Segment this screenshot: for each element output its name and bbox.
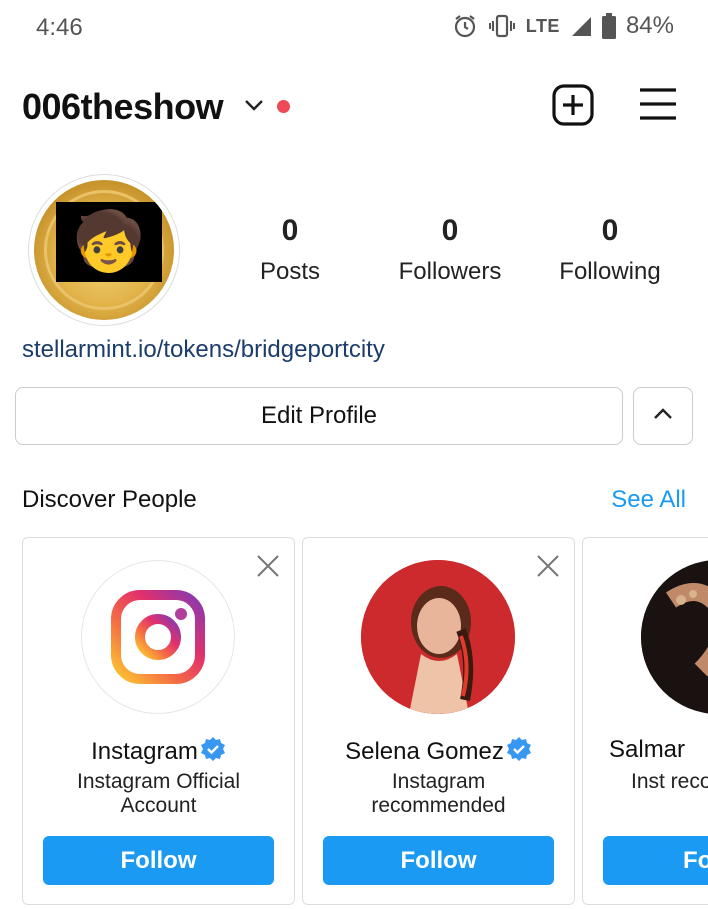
close-icon[interactable] (256, 554, 280, 578)
following-count: 0 (601, 214, 619, 247)
stat-following[interactable]: 0 Following (530, 214, 690, 286)
instagram-logo-icon[interactable] (81, 560, 235, 714)
profile-header: 006theshow (0, 72, 708, 138)
suggestion-card[interactable]: Instagram Instagram Official Account Fol… (22, 537, 295, 905)
bio-link[interactable]: stellarmint.io/tokens/bridgeportcity (22, 336, 385, 364)
card-name: Selena Gomez (345, 738, 504, 765)
notification-dot (277, 100, 290, 113)
close-icon[interactable] (536, 554, 560, 578)
profile-avatar[interactable]: 🧒 (28, 174, 180, 326)
see-all-link[interactable]: See All (611, 486, 686, 514)
card-name-row: Salmar (583, 736, 708, 764)
discover-people-title: Discover People (22, 486, 197, 513)
chevron-down-icon[interactable] (244, 98, 264, 117)
status-bar: 4:46 LTE 84% (0, 0, 708, 56)
stat-posts[interactable]: 0 Posts (210, 214, 370, 286)
boy-emoji-icon: 🧒 (56, 202, 162, 282)
alarm-icon (452, 13, 478, 39)
new-post-icon[interactable] (552, 84, 594, 126)
stat-followers[interactable]: 0 Followers (370, 214, 530, 286)
suggestion-card[interactable]: Selena Gomez Instagram recommended Follo… (302, 537, 575, 905)
card-name-row: Selena Gomez (303, 736, 574, 769)
card-name: Instagram (91, 738, 198, 765)
posts-label: Posts (259, 258, 321, 285)
follow-button[interactable]: Fo (603, 836, 708, 885)
selena-gomez-avatar[interactable] (361, 560, 515, 714)
chevron-up-icon (653, 407, 673, 426)
posts-count: 0 (281, 214, 299, 247)
salman-avatar[interactable] (641, 560, 708, 714)
follow-button[interactable]: Follow (323, 836, 554, 885)
card-name-row: Instagram (23, 736, 294, 769)
username[interactable]: 006theshow (22, 86, 224, 128)
battery-percent: 84% (625, 12, 674, 39)
card-subtitle: Instagram Official Account (76, 770, 240, 817)
avatar-coin-image: 🧒 (34, 180, 174, 320)
card-subtitle: Inst recom (631, 770, 708, 793)
edit-profile-button[interactable]: Edit Profile (15, 387, 623, 445)
followers-count: 0 (441, 214, 459, 247)
status-icons: LTE 84% (452, 12, 674, 40)
vibrate-icon (488, 13, 516, 39)
verified-badge-icon (200, 736, 226, 769)
follow-button[interactable]: Follow (43, 836, 274, 885)
card-subtitle: Instagram recommended (371, 770, 506, 817)
battery-icon (601, 13, 616, 39)
following-label: Following (559, 258, 661, 285)
verified-badge-icon (506, 736, 532, 769)
status-time: 4:46 (36, 14, 83, 41)
signal-icon (570, 15, 592, 37)
followers-label: Followers (398, 258, 502, 285)
collapse-suggestions-button[interactable] (633, 387, 693, 445)
card-name: Salmar (609, 736, 686, 763)
suggestion-card[interactable]: Salmar Inst recom Fo (582, 537, 708, 905)
network-label: LTE (525, 15, 560, 36)
discover-cards: Instagram Instagram Official Account Fol… (22, 537, 708, 909)
menu-icon[interactable] (638, 86, 678, 122)
